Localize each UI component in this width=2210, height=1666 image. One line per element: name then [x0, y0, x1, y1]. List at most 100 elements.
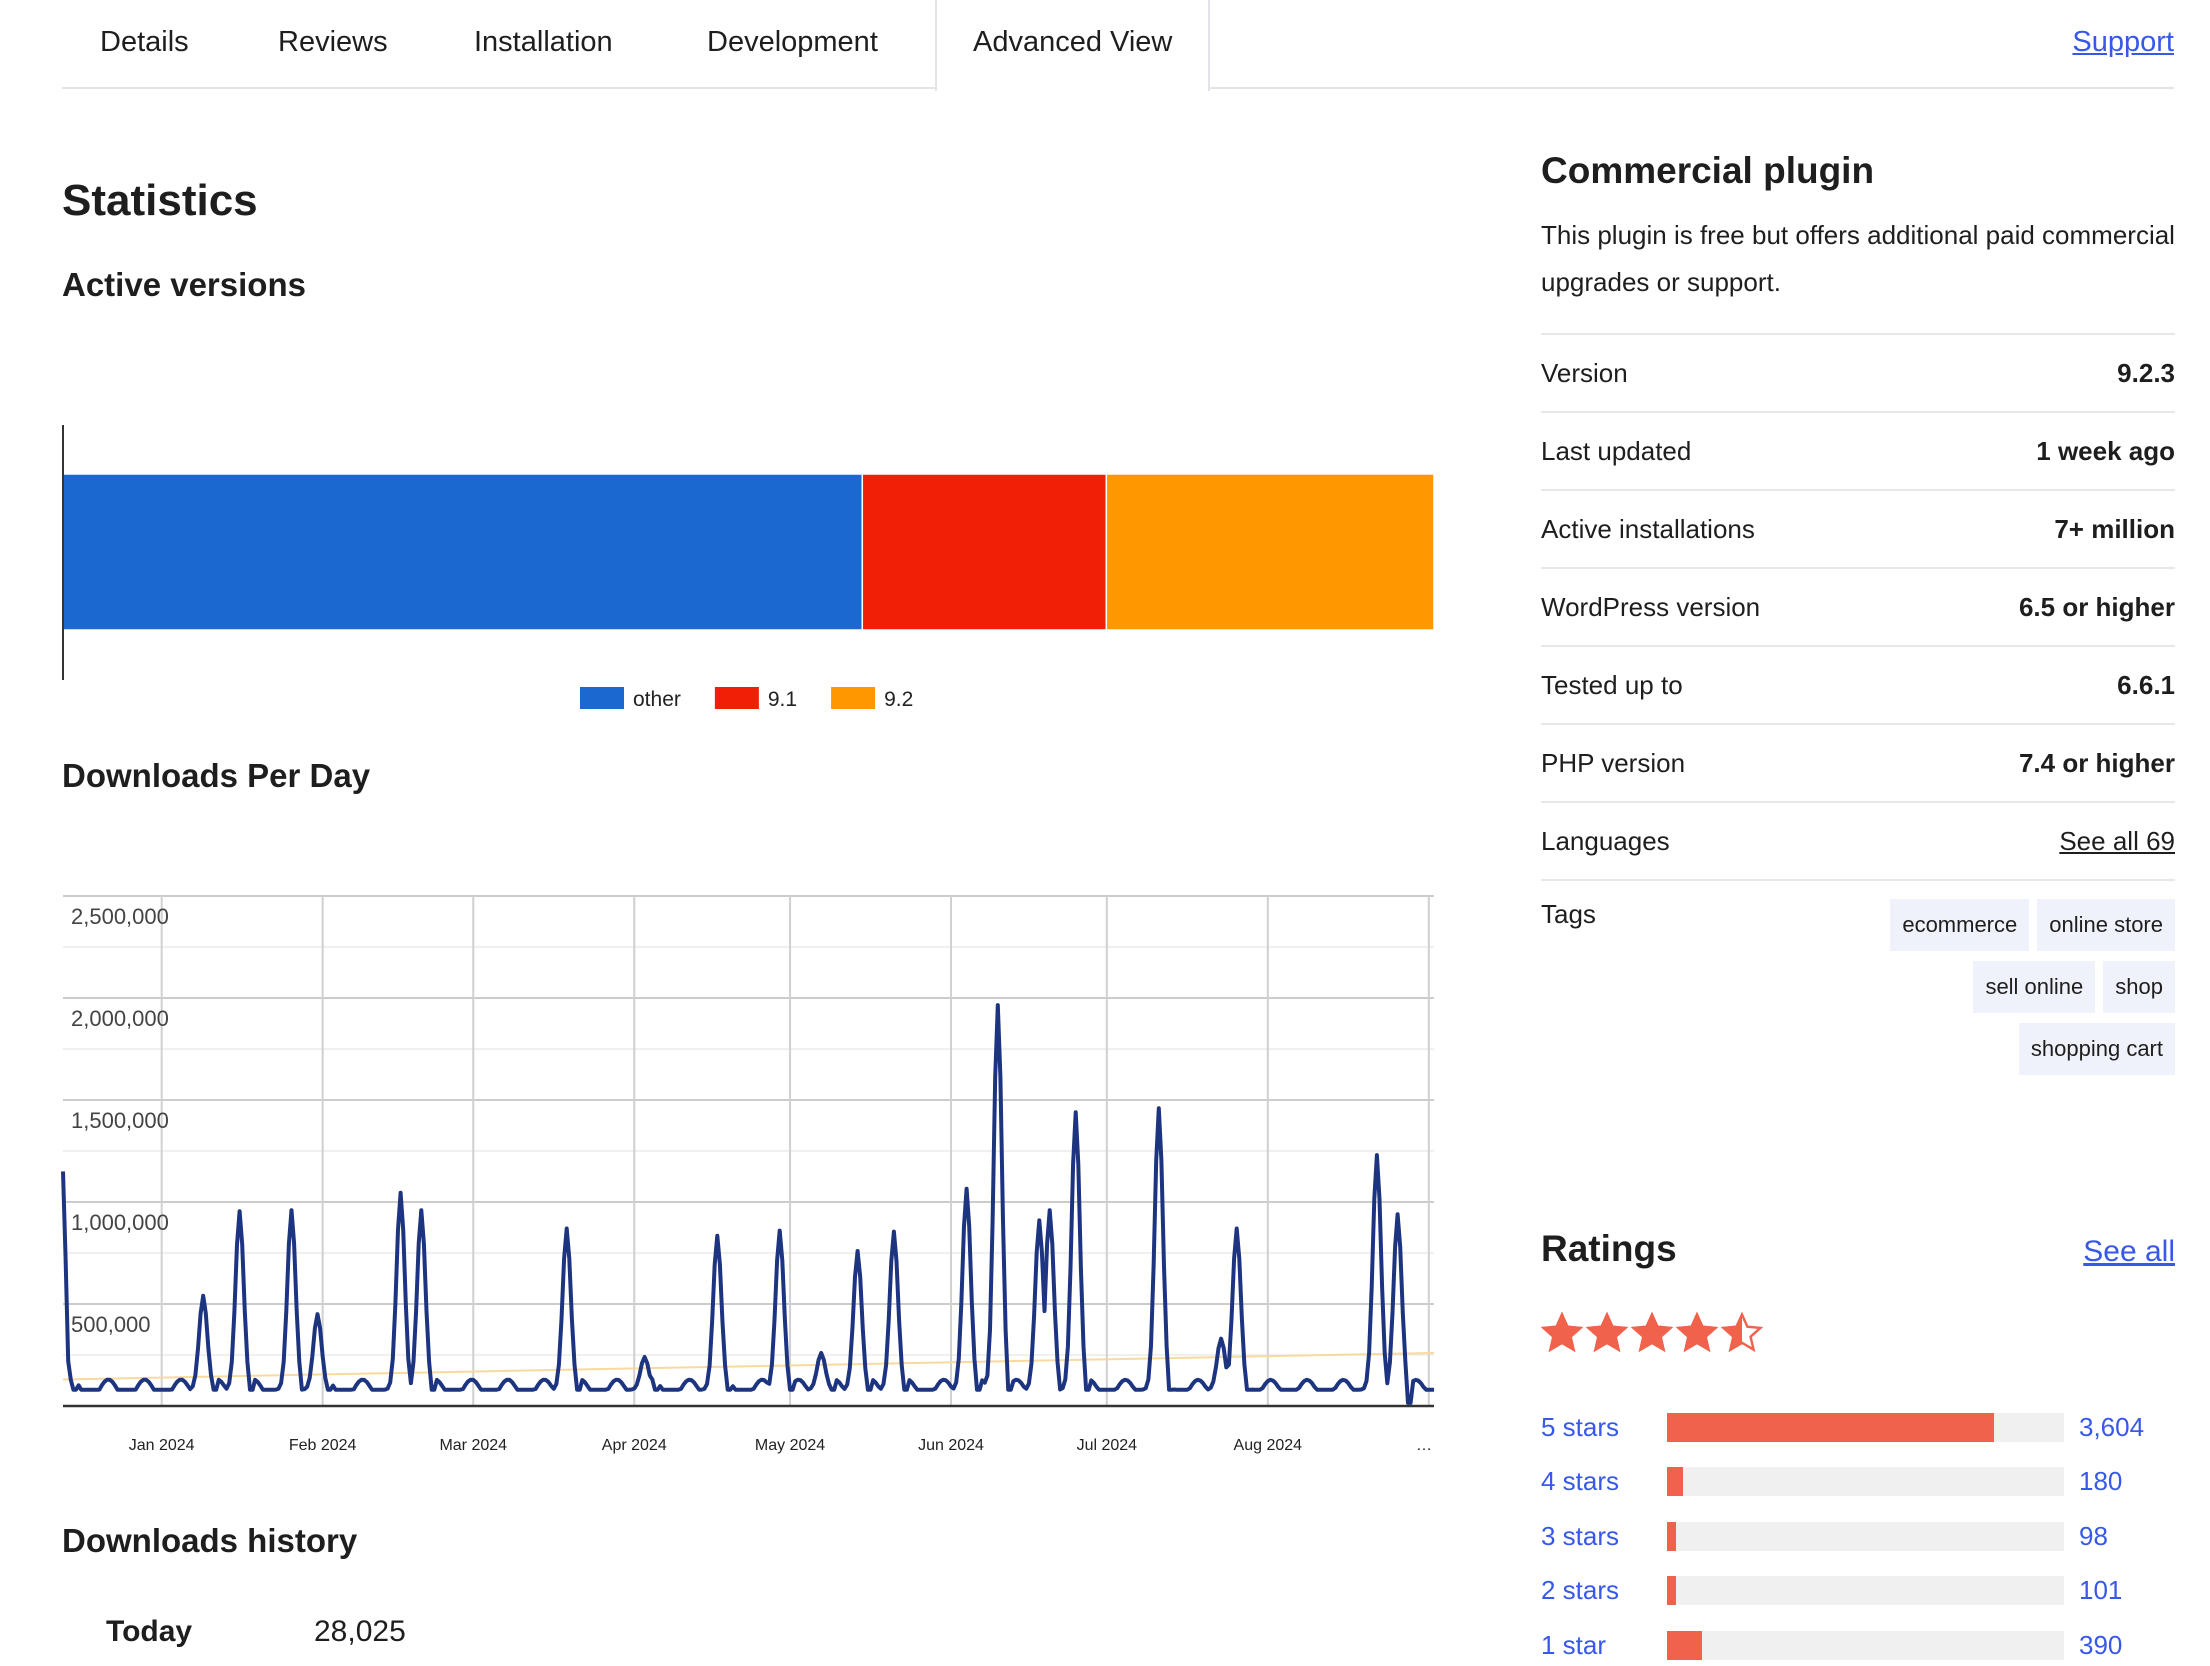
star-rating — [1541, 1312, 1763, 1354]
x-tick-label: Apr 2024 — [602, 1437, 667, 1454]
plugin-tabs: Details Reviews Installation Development… — [62, 0, 2174, 91]
rating-bar[interactable] — [1667, 1576, 2064, 1606]
rating-bar-fill — [1667, 1521, 1676, 1551]
rating-count[interactable]: 390 — [2079, 1630, 2122, 1661]
meta-label: Last updated — [1541, 435, 1692, 466]
rating-bar-fill — [1667, 1630, 1703, 1660]
meta-php-version: PHP version 7.4 or higher — [1541, 725, 2175, 803]
x-tick-label: Jul 2024 — [1077, 1437, 1138, 1454]
star-filled-icon — [1541, 1312, 1583, 1353]
legend-swatch-9-1 — [714, 687, 759, 709]
star-filled-icon — [1676, 1312, 1718, 1353]
meta-active-installations: Active installations 7+ million — [1541, 491, 2175, 569]
meta-value: 1 week ago — [2036, 435, 2175, 466]
meta-label: Tested up to — [1541, 669, 1683, 700]
version-bar-9-1 — [861, 473, 1108, 631]
languages-see-all-link[interactable]: See all 69 — [2059, 826, 2175, 857]
tag-sell-online[interactable]: sell online — [1973, 961, 2096, 1013]
legend-label-9-1: 9.1 — [768, 688, 797, 711]
x-tick-label: Jun 2024 — [918, 1437, 984, 1454]
meta-tested-up-to: Tested up to 6.6.1 — [1541, 647, 2175, 725]
rating-label[interactable]: 3 stars — [1541, 1521, 1667, 1552]
commercial-plugin-description: This plugin is free but offers additiona… — [1541, 220, 2175, 297]
ratings-see-all-link[interactable]: See all — [2083, 1235, 2175, 1269]
rating-count[interactable]: 3,604 — [2079, 1412, 2144, 1443]
rating-row-1: 1 star 390 — [1541, 1618, 2175, 1666]
tag-shopping-cart[interactable]: shopping cart — [2018, 1023, 2175, 1075]
meta-wordpress-version: WordPress version 6.5 or higher — [1541, 569, 2175, 647]
version-bar-other — [62, 473, 864, 631]
rating-row-4: 4 stars 180 — [1541, 1455, 2175, 1510]
tab-details[interactable]: Details — [100, 0, 189, 89]
x-tick-label: Aug 2024 — [1234, 1437, 1303, 1454]
tab-reviews[interactable]: Reviews — [278, 0, 388, 89]
meta-label: Languages — [1541, 825, 1670, 856]
page-title: Statistics — [62, 176, 258, 225]
rating-label[interactable]: 5 stars — [1541, 1412, 1667, 1443]
tags-label: Tags — [1541, 899, 1596, 929]
y-tick-label: 1,500,000 — [71, 1108, 169, 1133]
x-tick-label: Feb 2024 — [289, 1437, 357, 1454]
tab-advanced-view[interactable]: Advanced View — [935, 0, 1211, 91]
tab-development[interactable]: Development — [707, 0, 878, 89]
x-tick-label: Jan 2024 — [129, 1437, 195, 1454]
rating-bar-fill — [1667, 1576, 1677, 1606]
rating-count[interactable]: 98 — [2079, 1521, 2108, 1552]
active-versions-chart: other 9.1 9.2 — [62, 425, 1435, 711]
y-tick-label: 2,500,000 — [71, 904, 169, 929]
rating-bar[interactable] — [1667, 1412, 2064, 1442]
rating-row-3: 3 stars 98 — [1541, 1509, 2175, 1564]
rating-label[interactable]: 1 star — [1541, 1630, 1667, 1661]
tab-installation[interactable]: Installation — [474, 0, 613, 89]
rating-label[interactable]: 2 stars — [1541, 1575, 1667, 1606]
meta-label: Active installations — [1541, 513, 1755, 544]
rating-label[interactable]: 4 stars — [1541, 1466, 1667, 1497]
x-tick-label: Mar 2024 — [439, 1437, 507, 1454]
meta-value: 6.6.1 — [2117, 669, 2175, 700]
star-half-icon — [1721, 1312, 1763, 1353]
star-fill — [1541, 1312, 1583, 1353]
downloads-history-heading: Downloads history — [62, 1522, 358, 1559]
rating-count[interactable]: 101 — [2079, 1575, 2122, 1606]
meta-languages: Languages See all 69 — [1541, 803, 2175, 881]
meta-value: 6.5 or higher — [2018, 591, 2175, 622]
star-filled-icon — [1631, 1312, 1673, 1353]
rating-bar[interactable] — [1667, 1467, 2064, 1497]
x-tick-label: … — [1416, 1437, 1432, 1454]
rating-count[interactable]: 180 — [2079, 1466, 2122, 1497]
meta-value: 9.2.3 — [2117, 357, 2175, 388]
legend-label-9-2: 9.2 — [884, 688, 913, 711]
x-tick-label: May 2024 — [755, 1437, 825, 1454]
meta-tags: Tags ecommerce online store sell online … — [1541, 881, 2175, 1075]
y-tick-label: 500,000 — [71, 1312, 151, 1337]
star-fill — [1586, 1312, 1628, 1353]
history-label: Today — [106, 1615, 193, 1648]
meta-value: 7+ million — [2054, 513, 2175, 544]
star-fill — [1631, 1312, 1673, 1353]
meta-value: 7.4 or higher — [2018, 747, 2175, 778]
tag-online-store[interactable]: online store — [2037, 899, 2175, 951]
rating-bar[interactable] — [1667, 1630, 2064, 1660]
meta-label: Version — [1541, 357, 1628, 388]
rating-row-5: 5 stars 3,604 — [1541, 1400, 2175, 1455]
legend-swatch-other — [580, 687, 624, 709]
legend-swatch-9-2 — [831, 687, 876, 709]
downloads-series-line — [61, 1003, 1434, 1405]
meta-version: Version 9.2.3 — [1541, 335, 2175, 413]
plugin-sidebar: Commercial plugin This plugin is free bu… — [1541, 150, 2175, 1075]
legend-label-other: other — [633, 688, 681, 711]
rating-bar[interactable] — [1667, 1521, 2064, 1551]
history-row-today: Today 28,025 — [106, 1615, 406, 1649]
tag-ecommerce[interactable]: ecommerce — [1890, 899, 2030, 951]
version-bar-9-2 — [1105, 473, 1435, 631]
support-link[interactable]: Support — [2072, 0, 2174, 84]
meta-last-updated: Last updated 1 week ago — [1541, 413, 2175, 491]
rating-bar-fill — [1667, 1467, 1684, 1497]
tag-shop[interactable]: shop — [2103, 961, 2175, 1013]
rating-row-2: 2 stars 101 — [1541, 1564, 2175, 1619]
rating-bar-fill — [1667, 1412, 1995, 1442]
downloads-per-day-chart: 500,000 1,000,000 1,500,000 2,000,000 2,500,… — [61, 895, 1435, 1454]
commercial-plugin-heading: Commercial plugin — [1541, 150, 1875, 191]
meta-label: PHP version — [1541, 747, 1686, 778]
star-filled-icon — [1586, 1312, 1628, 1353]
